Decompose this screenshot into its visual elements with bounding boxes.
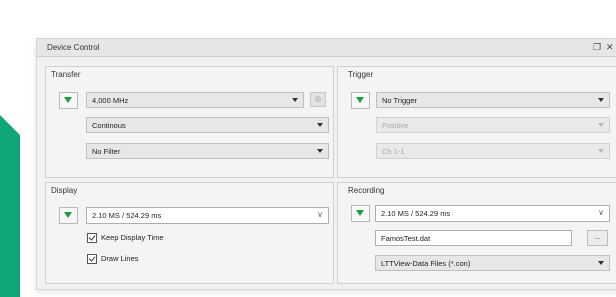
recording-start-button[interactable] — [351, 205, 370, 222]
keep-display-time-checkbox[interactable] — [87, 233, 97, 243]
chevron-down-icon — [598, 98, 604, 102]
recording-filename-value: FamosTest.dat — [381, 234, 431, 243]
trigger-source-value: No Trigger — [382, 96, 418, 105]
chevron-down-icon — [598, 149, 604, 153]
trigger-slope-select[interactable]: Positive — [376, 117, 610, 133]
transfer-group: Transfer 4,000 MHz Continous No Filter — [45, 66, 334, 178]
trigger-channel-value: Ch 1-1 — [382, 147, 405, 156]
transfer-mode-value: Continous — [92, 121, 126, 130]
trigger-source-select[interactable]: No Trigger — [376, 92, 610, 108]
trigger-channel-select[interactable]: Ch 1-1 — [376, 143, 610, 159]
chevron-down-icon — [317, 149, 323, 153]
keep-display-time-label: Keep Display Time — [101, 233, 164, 242]
recording-time-value: 2.10 MS / 524.29 ms — [381, 209, 451, 218]
transfer-rate-select[interactable]: 4,000 MHz — [86, 92, 304, 108]
recording-group: Recording 2.10 MS / 524.29 ms ∨ FamosTes… — [337, 182, 616, 284]
display-time-value: 2.10 MS / 524.29 ms — [92, 211, 162, 220]
pin-icon[interactable]: ❐ — [593, 42, 601, 53]
window-title: Device Control — [47, 43, 100, 52]
display-group: Display 2.10 MS / 524.29 ms ∨ Keep Displ… — [45, 182, 334, 284]
browse-button[interactable]: ... — [587, 230, 608, 246]
display-start-button[interactable] — [59, 207, 78, 224]
trigger-start-button[interactable] — [351, 92, 370, 109]
recording-time-input[interactable]: 2.10 MS / 524.29 ms ∨ — [375, 205, 610, 222]
title-bar: Device Control ❐ ✕ — [37, 39, 616, 57]
chevron-down-icon — [598, 123, 604, 127]
close-icon[interactable]: ✕ — [606, 42, 614, 53]
transfer-filter-select[interactable]: No Filter — [86, 143, 329, 159]
trigger-label: Trigger — [348, 70, 374, 79]
transfer-label: Transfer — [51, 70, 81, 79]
device-control-panel: Device Control ❐ ✕ Transfer 4,000 MHz Co… — [36, 38, 616, 290]
decorative-accent-bar — [0, 115, 20, 297]
recording-label: Recording — [348, 186, 385, 195]
chevron-down-icon: ∨ — [317, 210, 323, 219]
transfer-mode-select[interactable]: Continous — [86, 117, 329, 133]
draw-lines-checkbox[interactable] — [87, 254, 97, 264]
recording-filetype-value: LTTView-Data Files (*.con) — [381, 259, 471, 268]
status-dot-icon — [315, 96, 321, 102]
display-label: Display — [51, 186, 78, 195]
draw-lines-label: Draw Lines — [101, 254, 139, 263]
transfer-start-button[interactable] — [59, 92, 78, 109]
recording-filetype-select[interactable]: LTTView-Data Files (*.con) — [375, 255, 610, 271]
chevron-down-icon — [317, 123, 323, 127]
chevron-down-icon — [292, 98, 298, 102]
transfer-rate-value: 4,000 MHz — [92, 96, 129, 105]
chevron-down-icon — [598, 261, 604, 265]
recording-filename-input[interactable]: FamosTest.dat — [375, 230, 572, 246]
chevron-down-icon: ∨ — [598, 208, 604, 217]
transfer-status-button[interactable] — [310, 92, 326, 107]
display-time-input[interactable]: 2.10 MS / 524.29 ms ∨ — [86, 207, 329, 224]
trigger-group: Trigger No Trigger Positive Ch 1-1 — [337, 66, 616, 178]
trigger-slope-value: Positive — [382, 121, 409, 130]
transfer-filter-value: No Filter — [92, 147, 121, 156]
